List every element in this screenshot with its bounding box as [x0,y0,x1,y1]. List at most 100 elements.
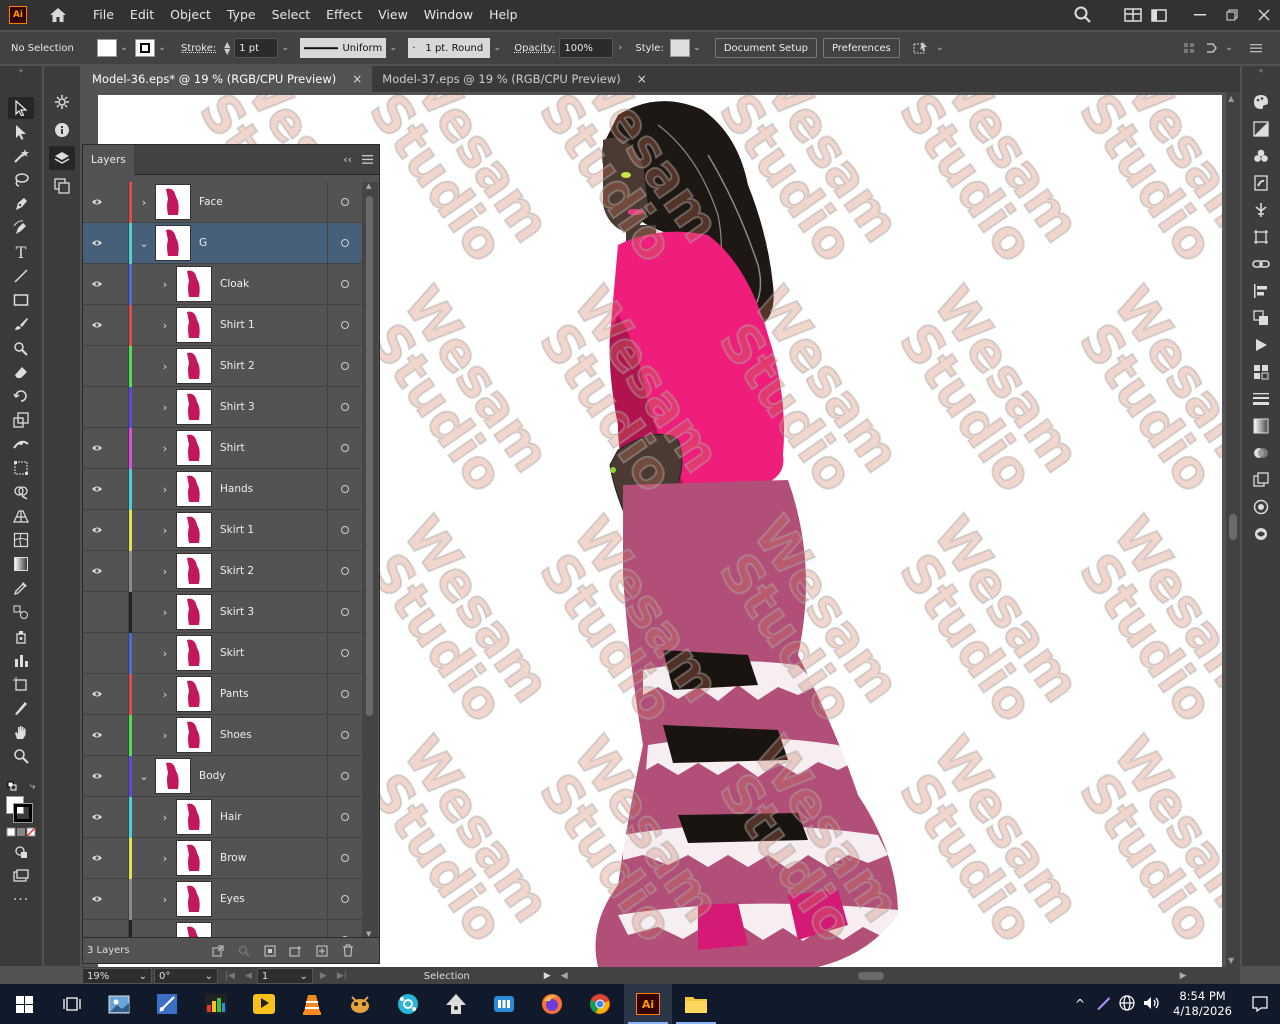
task-view-button[interactable] [48,984,96,1024]
chrome-app-icon[interactable] [576,984,624,1024]
notifications-icon[interactable] [1240,996,1280,1012]
visibility-toggle-icon[interactable] [83,223,111,264]
color-panel-icon[interactable] [1242,88,1280,115]
network-app-icon[interactable] [384,984,432,1024]
shaper-tool[interactable] [0,336,42,360]
h-scroll-right-icon[interactable]: ▶ [1180,971,1187,981]
layers-panel-icon[interactable] [44,144,80,172]
target-circle-icon[interactable] [327,263,361,305]
artboards-panel-icon[interactable] [44,172,80,200]
toolbar-collapse-icon[interactable]: » [0,66,42,75]
stroke-weight-stepper[interactable]: ▲ ▼ [220,39,234,57]
firefox-app-icon[interactable] [528,984,576,1024]
chevron-right-icon[interactable]: › [157,633,173,674]
scroll-up-icon[interactable]: ▲ [1228,94,1234,103]
layer-row[interactable]: › Hands [83,468,361,510]
layer-name[interactable]: Shirt [220,442,327,454]
document-setup-button[interactable]: Document Setup [714,38,817,58]
transparency-panel-icon[interactable] [1242,439,1280,466]
lock-toggle[interactable] [111,222,129,264]
close-tab-icon[interactable]: × [352,72,362,86]
perspective-grid-tool[interactable] [0,504,42,528]
visibility-toggle-icon[interactable] [83,346,111,387]
screen-mode-icon[interactable] [0,864,42,888]
graphic-style-swatch[interactable] [669,39,690,57]
layer-name[interactable]: Shirt 1 [220,319,327,331]
dock-collapse-icon[interactable]: « [1242,66,1280,88]
layer-row[interactable]: › Pants [83,673,361,715]
layer-row[interactable]: › Cloak [83,263,361,305]
rotation-field[interactable]: 0° ⌄ [154,968,218,984]
symbol-sprayer-tool[interactable] [0,624,42,648]
brushes-panel-icon[interactable] [1242,169,1280,196]
target-circle-icon[interactable] [327,632,361,674]
preferences-button[interactable]: Preferences [822,38,900,58]
visibility-toggle-icon[interactable] [83,510,111,551]
target-circle-icon[interactable] [327,509,361,551]
previous-artboard-icon[interactable]: ◀ [245,971,252,981]
blend-tool[interactable] [0,600,42,624]
align-panel-icon[interactable] [1242,277,1280,304]
canvas-vertical-scrollbar[interactable]: ▲ ▼ [1226,92,1240,967]
image-trace-panel-icon[interactable] [1242,520,1280,547]
shape-builder-tool[interactable] [0,480,42,504]
stroke-weight-input[interactable]: 1 pt [234,38,279,58]
hand-tool[interactable] [0,720,42,744]
first-artboard-icon[interactable]: |◀ [225,971,235,981]
illustrator-app-icon[interactable]: Ai [624,984,672,1024]
layer-row[interactable]: › Shirt 2 [83,345,361,387]
lock-toggle[interactable] [111,386,129,428]
layer-row[interactable]: › Skirt 3 [83,591,361,633]
menu-select[interactable]: Select [264,0,319,30]
volume-tray-icon[interactable] [1143,995,1161,1014]
photo-viewer-app-icon[interactable] [96,984,144,1024]
transform-icon[interactable] [1202,39,1222,57]
layer-row[interactable]: › Skirt 1 [83,509,361,551]
target-circle-icon[interactable] [327,837,361,879]
layer-name[interactable]: Shoes [220,729,327,741]
target-circle-icon[interactable] [327,755,361,797]
chevron-right-icon[interactable]: › [157,920,173,939]
layer-row[interactable]: › Skirt 2 [83,550,361,592]
layer-name[interactable]: Cloak [220,278,327,290]
layer-name[interactable]: Skirt 2 [220,565,327,577]
selection-tool[interactable] [0,96,42,120]
variable-width-profile[interactable]: Uniform [300,38,387,58]
lock-toggle[interactable] [111,468,129,510]
layers-scroll-up-icon[interactable]: ▲ [366,182,371,190]
layer-name[interactable]: Shirt 3 [220,401,327,413]
system-clock[interactable]: 8:54 PM 4/18/2026 [1165,989,1240,1019]
target-circle-icon[interactable] [327,468,361,510]
rectangle-tool[interactable] [0,288,42,312]
edit-toolbar-icon[interactable]: ··· [0,888,42,912]
layer-name[interactable]: Eyes [220,893,327,905]
lasso-tool[interactable] [0,168,42,192]
chevron-right-icon[interactable]: › [157,264,173,305]
asset-export-panel-icon[interactable] [1242,358,1280,385]
lock-toggle[interactable] [111,714,129,756]
menu-window[interactable]: Window [416,0,481,30]
media-center-app-icon[interactable] [480,984,528,1024]
free-transform-tool[interactable] [0,456,42,480]
target-circle-icon[interactable] [327,796,361,838]
column-graph-tool[interactable] [0,648,42,672]
color-mode-icons[interactable] [0,824,42,840]
actions-panel-icon[interactable] [1242,331,1280,358]
lock-toggle[interactable] [111,837,129,879]
create-new-layer-icon[interactable] [309,945,335,957]
layer-row[interactable]: ⌄ Body [83,755,361,797]
search-icon[interactable] [1070,0,1096,30]
eraser-tool[interactable] [0,360,42,384]
layers-scroll-thumb[interactable] [366,196,373,716]
chevron-right-icon[interactable]: › [157,879,173,920]
layers-scrollbar[interactable]: ▲ ▼ [362,182,378,938]
snipping-tool-app-icon[interactable] [144,984,192,1024]
show-hidden-icons-icon[interactable]: ^ [1075,997,1085,1011]
lock-toggle[interactable] [111,755,129,797]
fill-dropdown-icon[interactable]: ⌄ [117,39,131,57]
layer-name[interactable]: Hair [220,811,327,823]
drawing-modes-icon[interactable] [0,840,42,864]
target-circle-icon[interactable] [327,714,361,756]
menu-type[interactable]: Type [219,0,264,30]
status-menu-icon[interactable]: ▶ [544,971,551,981]
